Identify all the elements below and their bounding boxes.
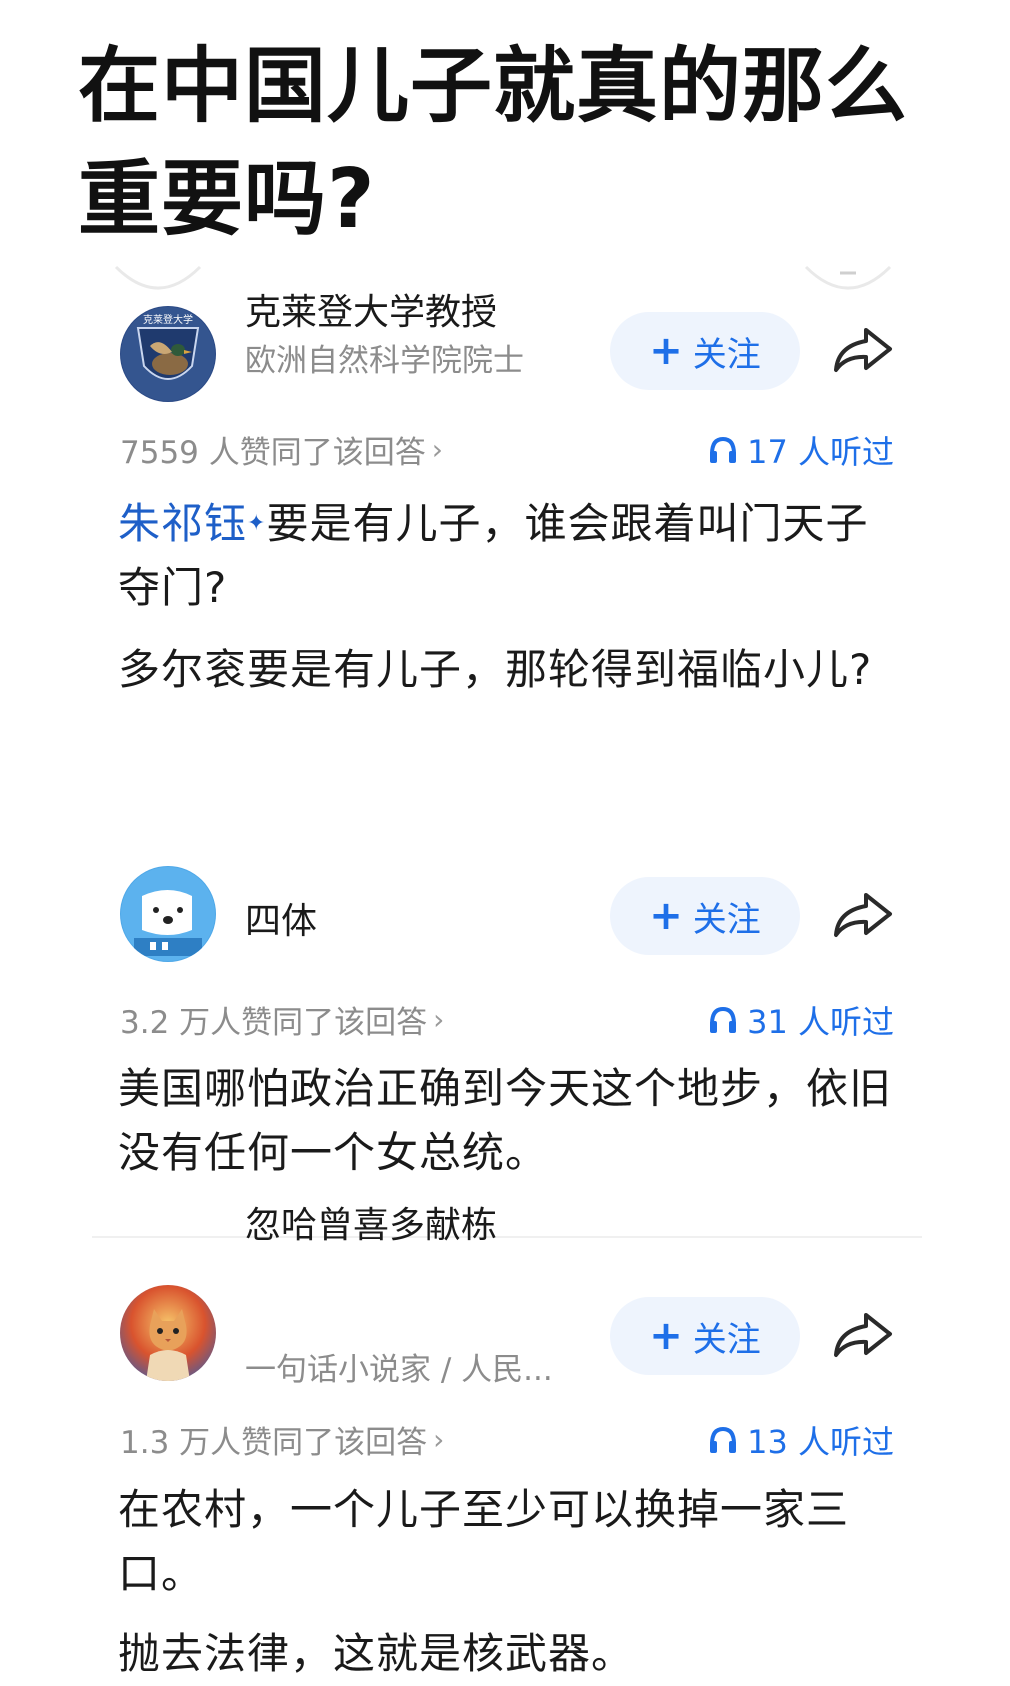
likes-count[interactable]: 1.3 万人赞同了该回答 › <box>120 1417 444 1462</box>
headphones-icon <box>710 1426 737 1453</box>
cat-photo-icon <box>120 1285 216 1381</box>
share-icon[interactable] <box>830 1309 894 1361</box>
follow-button[interactable]: + 关注 <box>610 1297 800 1375</box>
answer-paragraph: 在农村，一个儿子至少可以换掉一家三口。 <box>118 1485 850 1598</box>
follow-label: 关注 <box>692 1319 761 1360</box>
chevron-right-icon: › <box>433 1423 445 1456</box>
listen-count: 13 人听过 <box>707 1417 894 1463</box>
plus-icon: + <box>649 1313 683 1359</box>
author-name[interactable]: 忽哈曾喜多献栋 <box>245 1196 497 1248</box>
author-avatar[interactable] <box>120 1285 216 1381</box>
answer-paragraph: 抛去法律，这就是核武器。 <box>118 1629 635 1678</box>
author-description: 一句话小说家 / 人民... <box>245 1352 553 1388</box>
answer-card: 忽哈曾喜多献栋 一句话小说家 / 人民... + 关注 1.3 万人赞同了该回答… <box>0 0 1010 1685</box>
